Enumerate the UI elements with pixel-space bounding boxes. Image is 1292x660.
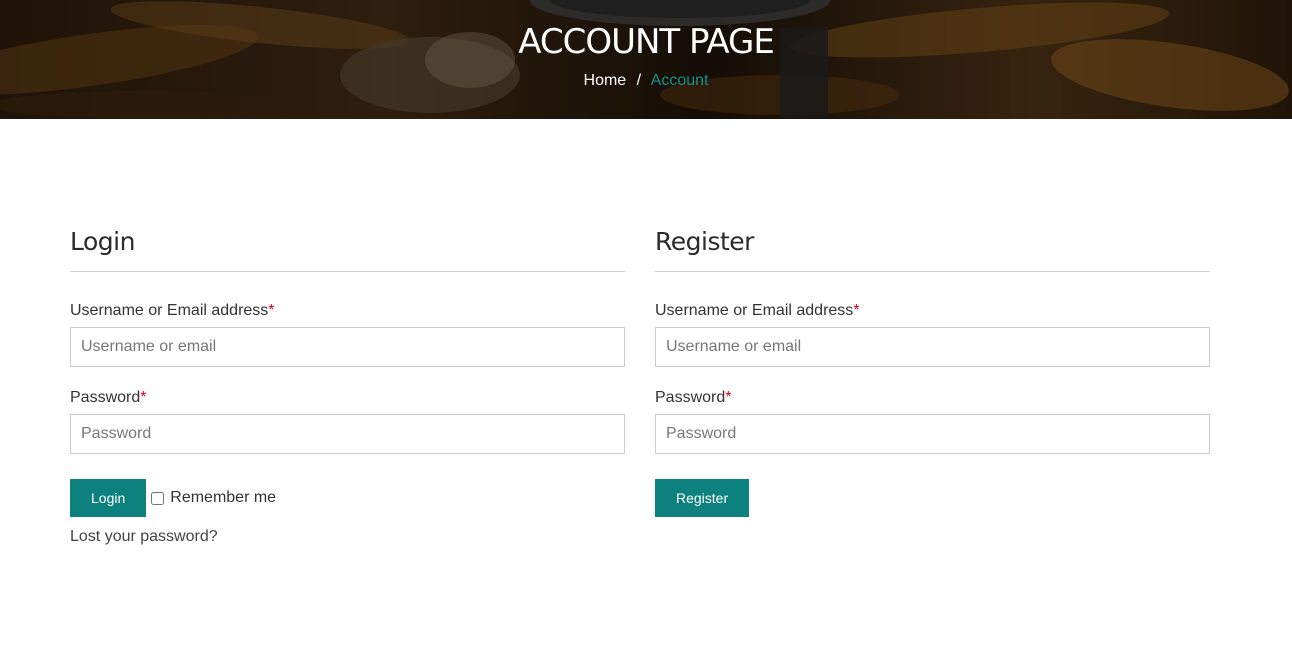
register-actions: Register: [655, 479, 1210, 517]
register-username-input[interactable]: [655, 327, 1210, 367]
login-username-label: Username or Email address*: [70, 301, 625, 321]
login-username-input[interactable]: [70, 327, 625, 367]
remember-me-label: Remember me: [170, 489, 277, 506]
register-password-input[interactable]: [655, 414, 1210, 454]
register-heading: Register: [655, 222, 1210, 272]
login-actions: Login Remember me: [70, 479, 625, 517]
login-password-input[interactable]: [70, 414, 625, 454]
required-asterisk: *: [725, 389, 732, 406]
login-password-label: Password*: [70, 388, 625, 408]
breadcrumb-home-link[interactable]: Home: [584, 72, 627, 89]
register-form: Register Username or Email address* Pass…: [655, 222, 1210, 517]
breadcrumb-current: Account: [650, 72, 709, 89]
register-button[interactable]: Register: [655, 479, 750, 517]
login-form: Login Username or Email address* Passwor…: [70, 222, 625, 547]
login-button[interactable]: Login: [70, 479, 147, 517]
register-username-label-text: Username or Email address: [655, 302, 854, 319]
login-password-label-text: Password: [70, 389, 141, 406]
required-asterisk: *: [140, 389, 147, 406]
remember-me-checkbox[interactable]: [151, 491, 165, 505]
register-username-label: Username or Email address*: [655, 301, 1210, 321]
breadcrumb: Home / Account: [0, 71, 1292, 91]
page-hero-banner: ACCOUNT PAGE Home / Account: [0, 0, 1292, 119]
login-username-label-text: Username or Email address: [70, 302, 269, 319]
required-asterisk: *: [853, 302, 860, 319]
page-title: ACCOUNT PAGE: [518, 22, 775, 62]
login-heading: Login: [70, 222, 625, 272]
remember-me[interactable]: Remember me: [151, 489, 276, 507]
lost-password-link[interactable]: Lost your password?: [70, 527, 625, 547]
required-asterisk: *: [268, 302, 275, 319]
register-password-label: Password*: [655, 388, 1210, 408]
breadcrumb-separator: /: [636, 72, 642, 89]
register-password-label-text: Password: [655, 389, 726, 406]
